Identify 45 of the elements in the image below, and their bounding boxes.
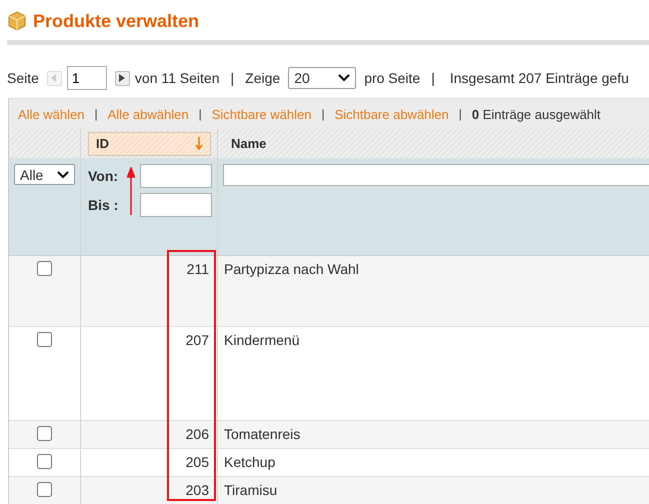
page-field[interactable]: 1 (66, 66, 107, 90)
show-label: Zeige (245, 70, 280, 86)
separator: | (94, 107, 98, 121)
from-label: Von: (88, 168, 118, 184)
per-page-select[interactable]: 20 (288, 67, 356, 89)
to-field[interactable] (140, 193, 212, 217)
name-cell: Tomatenreis (224, 426, 300, 442)
id-cell: 211 (186, 261, 209, 277)
name-cell: Ketchup (224, 454, 276, 470)
row-checkbox[interactable] (37, 454, 52, 469)
row-checkbox[interactable] (37, 332, 52, 347)
chevron-down-icon (57, 170, 69, 178)
separator: | (458, 107, 462, 121)
from-field[interactable] (140, 164, 212, 188)
id-cell: 203 (186, 482, 209, 498)
column-header[interactable]: Name (224, 132, 649, 156)
name-cell: Tiramisu (224, 482, 278, 498)
box-icon (7, 11, 27, 31)
separator: | (230, 70, 234, 86)
id-cell: 207 (186, 332, 209, 348)
column-header[interactable]: ID (88, 132, 211, 156)
name-cell: Partypizza nach Wahl (224, 261, 359, 277)
page-label: Seite (7, 70, 39, 86)
row-checkbox[interactable] (37, 261, 52, 276)
name-cell: Kindermenü (224, 332, 300, 348)
next-page-button[interactable] (114, 70, 130, 86)
name-filter-field[interactable] (223, 164, 649, 186)
selected-count: 0 Einträge ausgewählt (472, 106, 601, 122)
left-triangle-icon (51, 74, 58, 82)
per-page-label: pro Seite (364, 70, 420, 86)
filter-select[interactable]: Alle (14, 164, 75, 185)
id-cell: 206 (186, 426, 209, 442)
row-checkbox[interactable] (37, 482, 52, 497)
separator: | (198, 107, 202, 121)
to-label: Bis : (88, 197, 118, 213)
sort-arrow-icon (195, 137, 203, 150)
page-count: von 11 Seiten (134, 70, 220, 86)
chevron-down-icon (338, 74, 350, 82)
separator: | (431, 70, 435, 86)
id-cell: 205 (186, 454, 209, 470)
page-title: Produkte verwalten (33, 10, 200, 32)
row-checkbox[interactable] (37, 426, 52, 441)
right-triangle-icon (119, 74, 126, 82)
separator: | (321, 107, 325, 121)
total-count: Insgesamt 207 Einträge gefu (450, 70, 629, 86)
